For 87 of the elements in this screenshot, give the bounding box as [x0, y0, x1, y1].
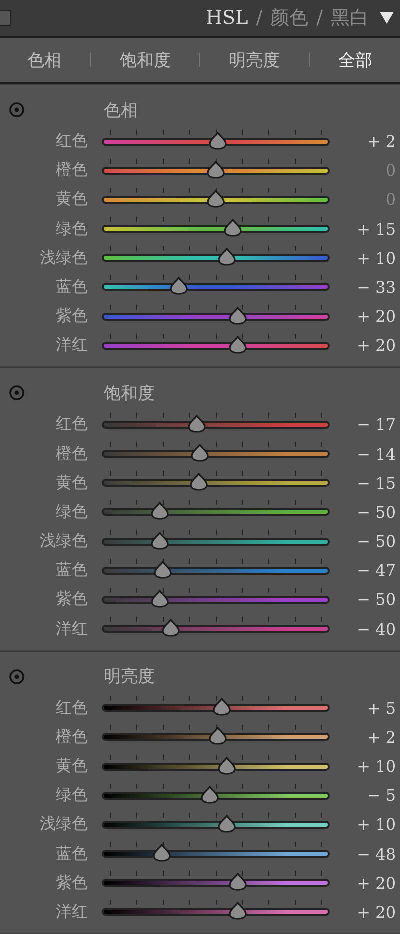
- slider-label: 黄色: [55, 189, 88, 210]
- slider-label: 黄色: [55, 472, 88, 494]
- slider-label: 洋红: [55, 335, 88, 356]
- slider-thumb[interactable]: [206, 160, 226, 179]
- section-title: 色相: [104, 100, 138, 122]
- slider-thumb[interactable]: [200, 786, 220, 804]
- slider-label: 橙色: [55, 444, 88, 465]
- slider-thumb[interactable]: [217, 756, 238, 775]
- panel-toggle-icon[interactable]: [0, 10, 11, 26]
- slider-value: + 20: [356, 874, 396, 893]
- slider-thumb[interactable]: [169, 277, 190, 296]
- slider-label: 红色: [55, 698, 88, 719]
- target-adjustment-icon[interactable]: [9, 102, 25, 118]
- slider-value: + 20: [356, 902, 396, 922]
- slider-thumb[interactable]: [217, 814, 238, 833]
- slider-value: − 5: [366, 786, 396, 806]
- slider-value: − 33: [356, 278, 396, 297]
- slider-value: − 14: [356, 444, 396, 464]
- slider-thumb[interactable]: [161, 619, 182, 638]
- slider-label: 紫色: [55, 589, 88, 610]
- slider-value: − 47: [356, 561, 396, 580]
- slider-value: + 2: [366, 728, 396, 747]
- slider-value: − 50: [356, 590, 396, 610]
- slider-thumb[interactable]: [190, 444, 210, 462]
- slider-thumb[interactable]: [150, 590, 170, 608]
- slider-value: + 15: [356, 220, 396, 239]
- mode-tab[interactable]: 黑白: [331, 5, 369, 31]
- slider-thumb[interactable]: [228, 306, 248, 325]
- collapse-triangle-icon[interactable]: [379, 11, 395, 25]
- target-adjustment-icon[interactable]: [9, 668, 25, 685]
- slider-label: 紫色: [55, 872, 88, 894]
- slider-thumb[interactable]: [228, 336, 248, 354]
- slider-label: 橙色: [55, 160, 88, 182]
- tab[interactable]: 色相: [21, 44, 68, 76]
- slider-label: 洋红: [55, 618, 88, 640]
- slider-thumb[interactable]: [152, 844, 172, 862]
- slider-label: 红色: [55, 414, 88, 436]
- section-title: 明亮度: [104, 666, 155, 688]
- slider-label: 绿色: [55, 502, 88, 523]
- slider-label: 蓝色: [55, 844, 88, 865]
- slider-value: + 10: [356, 248, 396, 268]
- slider-label: 蓝色: [55, 276, 88, 298]
- slider-thumb[interactable]: [189, 473, 210, 492]
- slider-value: − 50: [356, 502, 396, 522]
- mode-tab[interactable]: 颜色: [270, 5, 309, 31]
- slider-label: 蓝色: [55, 560, 88, 582]
- slider-thumb[interactable]: [186, 414, 207, 433]
- separator: /: [256, 7, 263, 29]
- slider-thumb[interactable]: [228, 873, 248, 892]
- slider-value: + 5: [366, 698, 396, 718]
- slider-thumb[interactable]: [208, 727, 228, 746]
- slider-value: − 17: [356, 415, 396, 434]
- slider-label: 绿色: [55, 218, 88, 240]
- slider-value: − 48: [356, 844, 396, 864]
- section-title: 饱和度: [104, 382, 155, 405]
- target-adjustment-icon[interactable]: [9, 385, 25, 402]
- slider-value: + 20: [356, 336, 396, 356]
- slider-value: + 20: [356, 307, 396, 326]
- slider-value: − 50: [356, 532, 396, 552]
- slider-value: + 10: [356, 815, 396, 834]
- slider-thumb[interactable]: [212, 698, 232, 716]
- slider-label: 浅绿色: [39, 814, 88, 836]
- slider-label: 绿色: [55, 785, 88, 806]
- slider-label: 黄色: [55, 756, 88, 778]
- slider-thumb[interactable]: [206, 190, 226, 208]
- slider-label: 浅绿色: [39, 248, 88, 269]
- slider-value: + 10: [356, 757, 396, 776]
- slider-label: 橙色: [55, 726, 88, 748]
- tab[interactable]: 明亮度: [223, 44, 286, 76]
- slider-label: 浅绿色: [39, 531, 88, 552]
- slider-thumb[interactable]: [150, 502, 170, 520]
- slider-value: + 2: [366, 132, 396, 152]
- slider-thumb[interactable]: [217, 248, 238, 266]
- mode-tab[interactable]: HSL: [206, 7, 248, 29]
- slider-thumb[interactable]: [222, 219, 243, 238]
- slider-thumb[interactable]: [228, 902, 248, 920]
- tab[interactable]: 饱和度: [114, 44, 177, 76]
- slider-label: 紫色: [55, 306, 88, 328]
- slider-value: − 15: [356, 474, 396, 493]
- separator: /: [316, 7, 323, 29]
- slider-thumb[interactable]: [153, 560, 174, 579]
- slider-thumb[interactable]: [150, 532, 170, 550]
- tab[interactable]: 全部: [332, 44, 379, 76]
- slider-label: 洋红: [55, 902, 88, 923]
- slider-value: − 40: [356, 620, 396, 639]
- slider-thumb[interactable]: [208, 132, 228, 150]
- slider-label: 红色: [55, 131, 88, 152]
